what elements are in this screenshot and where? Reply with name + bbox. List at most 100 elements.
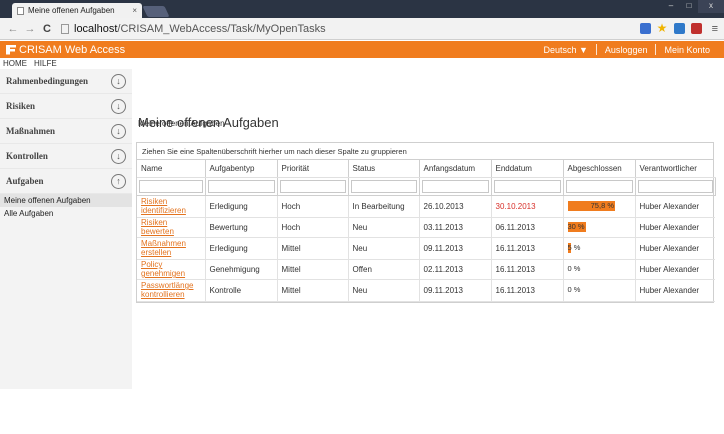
window-close-icon[interactable]: x	[698, 0, 724, 13]
task-start-date: 09.11.2013	[423, 285, 463, 295]
chevron-up-circle-icon[interactable]: ↑	[111, 173, 126, 189]
url-path: /CRISAM_WebAccess/Task/MyOpenTasks	[117, 22, 326, 35]
column-header-type[interactable]: Aufgabentyp	[205, 160, 278, 178]
divider	[595, 44, 597, 55]
task-link[interactable]: Passwortlänge kontrollieren	[141, 281, 201, 299]
filter-priority-input[interactable]	[279, 179, 346, 193]
page-title: Meine offenen Aufgaben	[138, 115, 279, 130]
logout-link[interactable]: Ausloggen	[597, 45, 656, 55]
bookmark-star-icon[interactable]: ★	[657, 22, 668, 34]
filter-owner-input[interactable]	[637, 179, 713, 193]
address-bar[interactable]: localhost /CRISAM_WebAccess/Task/MyOpenT…	[57, 21, 634, 37]
section-label: Risiken	[6, 101, 36, 111]
chevron-down-circle-icon[interactable]: ↓	[111, 148, 126, 164]
sidebar-section-rahmenbedingungen[interactable]: Rahmenbedingungen ↓	[0, 69, 132, 94]
filter-end-input[interactable]	[493, 179, 561, 193]
extension-icon[interactable]	[690, 23, 702, 34]
language-selector[interactable]: Deutsch ▼	[535, 45, 595, 55]
menu-help[interactable]: HILFE	[34, 59, 57, 68]
column-header-start[interactable]: Anfangsdatum	[419, 160, 492, 178]
task-link[interactable]: Maßnahmen erstellen	[141, 239, 201, 257]
sidebar-item-alle-aufgaben[interactable]: Alle Aufgaben	[0, 207, 132, 220]
progress-bar: 30 %	[567, 222, 631, 232]
cell-owner: Huber Alexander	[635, 195, 715, 218]
filter-cell	[205, 177, 278, 196]
table-row[interactable]: Risiken identifizieren Erledigung Hoch In B…	[137, 195, 715, 218]
progress-label: 30 %	[567, 222, 585, 231]
column-header-name[interactable]: Name	[137, 160, 206, 178]
account-link[interactable]: Mein Konto	[656, 45, 718, 55]
sidebar-section-massnahmen[interactable]: Maßnahmen ↓	[0, 119, 132, 144]
task-status: In Bearbeitung	[352, 201, 405, 211]
filter-name-input[interactable]	[139, 179, 203, 193]
sidebar-section-kontrollen[interactable]: Kontrollen ↓	[0, 144, 132, 169]
cell-status: Offen	[348, 259, 420, 280]
sidebar-item-meine-offenen-aufgaben[interactable]: Meine offenen Aufgaben	[0, 194, 132, 207]
browser-toolbar: ← → C localhost /CRISAM_WebAccess/Task/M…	[0, 18, 724, 40]
cell-name: Risiken identifizieren	[137, 195, 206, 218]
task-status: Offen	[352, 264, 372, 274]
filter-cell	[491, 177, 564, 196]
progress-bar: 75,8 %	[567, 201, 631, 211]
task-link[interactable]: Policy genehmigen	[141, 260, 201, 278]
task-type: Erledigung	[209, 243, 248, 253]
maximize-icon[interactable]: □	[680, 0, 698, 13]
tab-close-icon[interactable]: ×	[132, 6, 137, 15]
column-header-completed[interactable]: Abgeschlossen	[563, 160, 636, 178]
tab-title: Meine offenen Aufgaben	[28, 6, 115, 15]
url-host: localhost	[74, 22, 118, 35]
extension-icon[interactable]	[673, 23, 685, 34]
cell-name: Risiken bewerten	[137, 217, 206, 238]
chevron-down-circle-icon[interactable]: ↓	[111, 123, 126, 139]
extension-icon[interactable]	[639, 23, 651, 34]
filter-cell	[137, 177, 206, 196]
top-menu: HOME HILFE	[0, 58, 724, 69]
task-link[interactable]: Risiken bewerten	[141, 218, 201, 236]
filter-status-input[interactable]	[350, 179, 417, 193]
filter-type-input[interactable]	[207, 179, 275, 193]
page-icon	[17, 6, 24, 15]
task-end-date: 06.11.2013	[495, 222, 535, 232]
sidebar-section-aufgaben[interactable]: Aufgaben ↑	[0, 169, 132, 194]
task-owner: Huber Alexander	[639, 222, 700, 232]
task-link[interactable]: Risiken identifizieren	[141, 197, 201, 215]
task-status: Neu	[352, 243, 368, 253]
column-header-status[interactable]: Status	[348, 160, 420, 178]
menu-home[interactable]: HOME	[3, 59, 27, 68]
column-header-priority[interactable]: Priorität	[277, 160, 349, 178]
minimize-icon[interactable]: –	[662, 0, 680, 13]
cell-status: Neu	[348, 237, 420, 260]
table-row[interactable]: Risiken bewerten Bewertung Hoch Neu 03.11.20…	[137, 217, 715, 238]
reload-icon[interactable]: C	[40, 23, 54, 35]
browser-tab[interactable]: Meine offenen Aufgaben ×	[12, 3, 142, 18]
table-row[interactable]: Policy genehmigen Genehmigung Mittel Offen 0…	[137, 259, 715, 280]
menu-icon[interactable]: ≡	[712, 23, 718, 35]
back-icon[interactable]: ←	[6, 23, 20, 35]
cell-owner: Huber Alexander	[635, 237, 715, 260]
group-drop-zone[interactable]: Ziehen Sie eine Spaltenüberschrift hierh…	[137, 143, 713, 160]
cell-end: 16.11.2013	[491, 279, 564, 302]
new-tab-button[interactable]	[142, 6, 170, 17]
cell-completed: 30 %	[563, 217, 636, 238]
column-header-owner[interactable]: Verantwortlicher	[635, 160, 715, 178]
chevron-down-circle-icon[interactable]: ↓	[111, 98, 126, 114]
sidebar-section-risiken[interactable]: Risiken ↓	[0, 94, 132, 119]
cell-type: Kontrolle	[205, 279, 278, 302]
cell-owner: Huber Alexander	[635, 259, 715, 280]
cell-status: In Bearbeitung	[348, 195, 420, 218]
filter-cell	[419, 177, 492, 196]
filter-start-input[interactable]	[421, 179, 489, 193]
task-end-date: 30.10.2013	[495, 201, 536, 211]
table-row[interactable]: Maßnahmen erstellen Erledigung Mittel Neu 09…	[137, 237, 715, 260]
cell-start: 09.11.2013	[419, 279, 492, 302]
brand[interactable]: CRISAM Web Access	[6, 44, 125, 56]
forward-icon[interactable]: →	[23, 23, 37, 35]
column-header-end[interactable]: Enddatum	[491, 160, 564, 178]
chevron-down-circle-icon[interactable]: ↓	[111, 73, 126, 89]
task-status: Neu	[352, 285, 368, 295]
task-start-date: 09.11.2013	[423, 243, 463, 253]
table-row[interactable]: Passwortlänge kontrollieren Kontrolle Mitt…	[137, 279, 715, 302]
cell-status: Neu	[348, 279, 420, 302]
cell-start: 09.11.2013	[419, 237, 492, 260]
filter-completed-input[interactable]	[565, 179, 633, 193]
